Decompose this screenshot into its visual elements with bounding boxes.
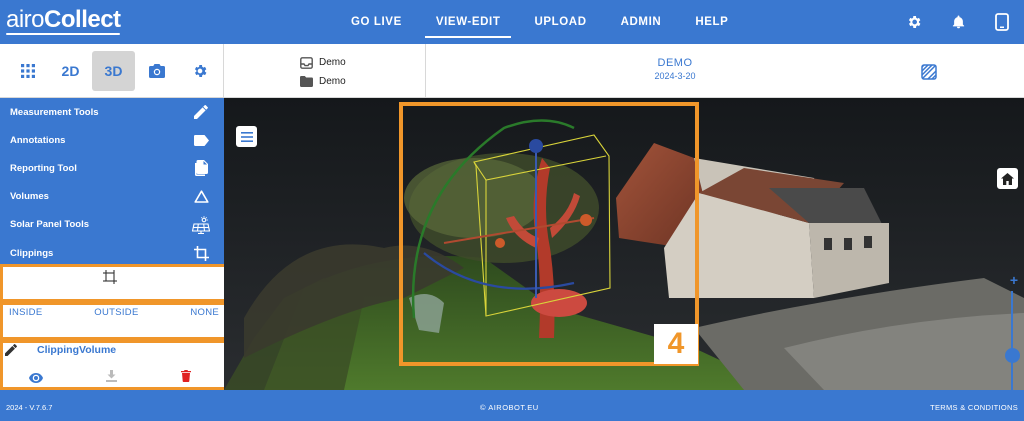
sidebar-item-annotations[interactable]: Annotations bbox=[0, 126, 224, 154]
top-right-icons bbox=[904, 0, 1012, 44]
camera-icon bbox=[148, 64, 165, 78]
breadcrumb-item-folder-label: Demo bbox=[319, 76, 346, 87]
nav-upload[interactable]: UPLOAD bbox=[523, 0, 597, 44]
logo-underline bbox=[6, 33, 120, 35]
sidebar-item-measurement-tools[interactable]: Measurement Tools bbox=[0, 98, 224, 126]
gear-icon[interactable] bbox=[904, 12, 924, 32]
label-icon bbox=[192, 131, 210, 149]
settings-button[interactable] bbox=[178, 51, 221, 91]
crop-icon bbox=[192, 244, 210, 262]
sidebar-item-label: Clippings bbox=[10, 247, 54, 259]
clip-mode-none[interactable]: NONE bbox=[190, 307, 219, 318]
gear-icon bbox=[194, 65, 206, 77]
zoom-slider-track[interactable] bbox=[1011, 291, 1013, 390]
clip-mode-outside[interactable]: OUTSIDE bbox=[94, 307, 138, 318]
document-icon bbox=[192, 159, 210, 177]
footer: 2024 - V.7.6.7 © AIROBOT.EU TERMS & COND… bbox=[0, 390, 1024, 421]
project-info: DEMO 2024-3-20 bbox=[600, 57, 750, 81]
camera-button[interactable] bbox=[135, 51, 178, 91]
zoom-in-icon[interactable]: + bbox=[1010, 272, 1018, 288]
breadcrumb-item-folder[interactable]: Demo bbox=[300, 73, 346, 90]
nav-go-live[interactable]: GO LIVE bbox=[340, 0, 413, 44]
home-icon bbox=[1001, 172, 1014, 185]
folder-icon bbox=[300, 76, 313, 87]
bell-icon[interactable] bbox=[948, 12, 968, 32]
view-2d-button[interactable]: 2D bbox=[49, 51, 92, 91]
toolbar-divider bbox=[425, 44, 426, 98]
sidebar-item-volumes[interactable]: Volumes bbox=[0, 183, 224, 211]
add-clip-volume-button[interactable] bbox=[103, 270, 119, 286]
nav-help[interactable]: HELP bbox=[684, 0, 739, 44]
visibility-eye-icon[interactable] bbox=[29, 370, 43, 388]
download-icon[interactable] bbox=[106, 369, 117, 387]
breadcrumb-item-org-label: Demo bbox=[319, 57, 346, 68]
clip-mode-inside[interactable]: INSIDE bbox=[9, 307, 42, 318]
clip-box-icon bbox=[103, 270, 117, 284]
app-logo[interactable]: airoCollect bbox=[6, 6, 121, 34]
3d-viewport[interactable]: + 4 bbox=[224, 98, 1024, 390]
pencil-icon bbox=[192, 103, 210, 121]
triangle-icon bbox=[192, 188, 210, 206]
nav-admin[interactable]: ADMIN bbox=[610, 0, 673, 44]
sidebar-item-label: Reporting Tool bbox=[10, 162, 77, 174]
inbox-icon bbox=[300, 56, 313, 69]
sidebar-item-label: Annotations bbox=[10, 134, 66, 146]
footer-version: 2024 - V.7.6.7 bbox=[6, 403, 53, 412]
viewport-menu-button[interactable] bbox=[236, 126, 257, 147]
home-view-button[interactable] bbox=[997, 168, 1018, 189]
main-nav: GO LIVE VIEW-EDIT UPLOAD ADMIN HELP bbox=[340, 0, 739, 44]
view-mode-buttons: 2D 3D bbox=[0, 44, 224, 98]
striped-layer-icon[interactable] bbox=[921, 64, 937, 80]
nav-view-edit[interactable]: VIEW-EDIT bbox=[424, 0, 512, 44]
toolbar: 2D 3D Demo Demo DEMO 2024-3-20 bbox=[0, 44, 1024, 98]
clip-mode-options: INSIDE OUTSIDE NONE bbox=[9, 307, 219, 318]
breadcrumb-item-org[interactable]: Demo bbox=[300, 54, 346, 71]
menu-icon bbox=[240, 131, 253, 142]
top-nav-bar: airoCollect GO LIVE VIEW-EDIT UPLOAD ADM… bbox=[0, 0, 1024, 44]
footer-terms-link[interactable]: TERMS & CONDITIONS bbox=[930, 403, 1018, 412]
delete-trash-icon[interactable] bbox=[181, 369, 191, 387]
zoom-slider-handle[interactable] bbox=[1005, 348, 1020, 363]
logo-text-part1: airo bbox=[6, 6, 45, 33]
grid-icon bbox=[20, 64, 35, 78]
solar-panel-icon bbox=[192, 216, 210, 234]
sidebar-item-label: Volumes bbox=[10, 191, 49, 203]
step-badge-4: 4 bbox=[654, 324, 698, 364]
edit-pencil-icon[interactable] bbox=[5, 343, 17, 361]
breadcrumb: Demo Demo bbox=[300, 54, 346, 90]
tablet-icon[interactable] bbox=[992, 12, 1012, 32]
sidebar-item-label: Solar Panel Tools bbox=[10, 219, 90, 231]
sidebar-item-label: Measurement Tools bbox=[10, 106, 99, 118]
project-name: DEMO bbox=[657, 57, 693, 69]
sidebar-item-solar-panel-tools[interactable]: Solar Panel Tools bbox=[0, 211, 224, 239]
logo-text-part2: Collect bbox=[44, 6, 121, 33]
sidebar-item-reporting-tool[interactable]: Reporting Tool bbox=[0, 154, 224, 182]
sidebar-item-clippings[interactable]: Clippings bbox=[0, 239, 224, 267]
app-root: airoCollect GO LIVE VIEW-EDIT UPLOAD ADM… bbox=[0, 0, 1024, 421]
footer-copyright: © AIROBOT.EU bbox=[480, 403, 539, 412]
grid-button[interactable] bbox=[6, 51, 49, 91]
clip-volume-name: ClippingVolume bbox=[37, 344, 117, 356]
view-3d-button[interactable]: 3D bbox=[92, 51, 135, 91]
project-date: 2024-3-20 bbox=[654, 71, 696, 81]
